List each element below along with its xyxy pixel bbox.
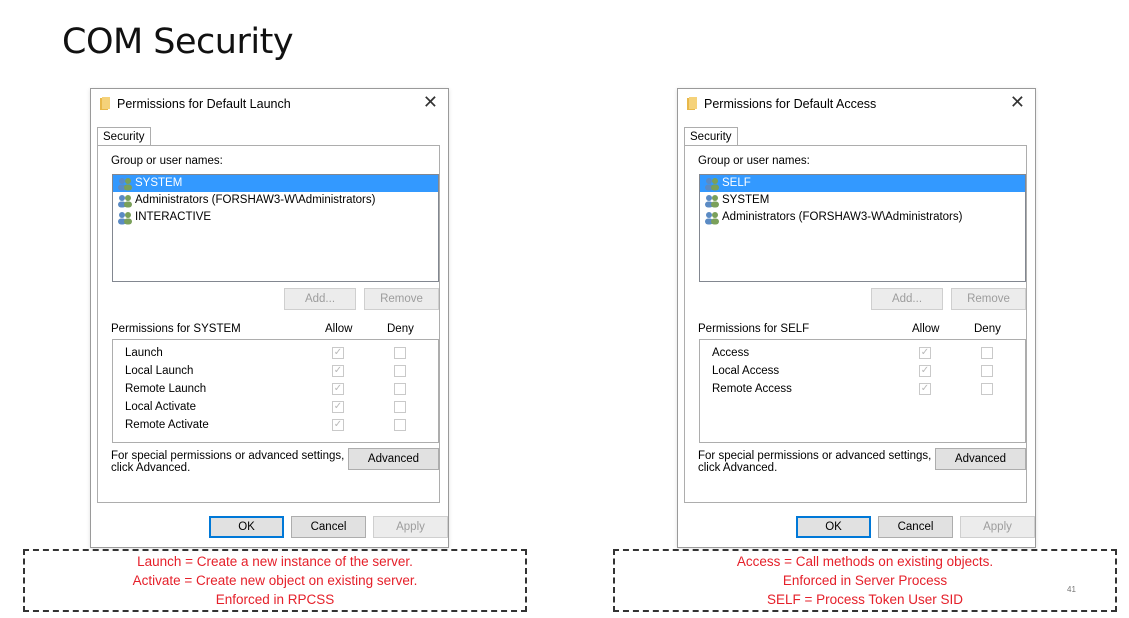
permission-name: Local Access	[712, 365, 780, 377]
list-item-user[interactable]: SYSTEM	[113, 175, 438, 192]
special-permissions-text: For special permissions or advanced sett…	[111, 450, 345, 462]
note-line: SELF = Process Token User SID	[767, 592, 963, 607]
ok-button[interactable]: OK	[209, 516, 284, 538]
slide-title: COM Security	[62, 22, 294, 62]
user-list[interactable]: SYSTEM Administrators (FORSHAW3-W\Admini…	[112, 174, 439, 282]
permissions-list: Launch ✓ Local Launch ✓ Remote Launch ✓ …	[112, 339, 439, 443]
list-item-user[interactable]: SYSTEM	[700, 192, 1025, 209]
click-advanced-text: click Advanced.	[698, 462, 778, 474]
group-or-user-names-label: Group or user names:	[111, 155, 223, 167]
permission-name: Remote Activate	[125, 419, 209, 431]
dialog-title: Permissions for Default Access	[704, 97, 877, 111]
advanced-button[interactable]: Advanced	[348, 448, 439, 470]
page-number: 41	[1067, 585, 1076, 594]
user-name: INTERACTIVE	[135, 211, 212, 223]
remove-button[interactable]: Remove	[951, 288, 1026, 310]
note-line: Launch = Create a new instance of the se…	[137, 554, 413, 569]
cancel-button[interactable]: Cancel	[878, 516, 953, 538]
group-or-user-names-label: Group or user names:	[698, 155, 810, 167]
launch-activate-note: Launch = Create a new instance of the se…	[23, 549, 527, 612]
permission-name: Launch	[125, 347, 163, 359]
allow-checkbox[interactable]: ✓	[332, 365, 344, 377]
deny-checkbox[interactable]	[981, 347, 993, 359]
user-name: SYSTEM	[722, 194, 770, 206]
note-line: Activate = Create new object on existing…	[132, 573, 418, 588]
close-button[interactable]: ✕	[1010, 92, 1025, 113]
user-name: SYSTEM	[135, 177, 183, 189]
click-advanced-text: click Advanced.	[111, 462, 191, 474]
apply-button[interactable]: Apply	[373, 516, 448, 538]
permission-name: Remote Launch	[125, 383, 207, 395]
allow-checkbox[interactable]: ✓	[919, 347, 931, 359]
users-icon	[118, 211, 132, 224]
deny-column-header: Deny	[974, 323, 1001, 335]
allow-checkbox[interactable]: ✓	[332, 419, 344, 431]
deny-checkbox[interactable]	[981, 365, 993, 377]
permissions-dialog-access: Permissions for Default Access ✕ Securit…	[677, 88, 1036, 548]
folder-icon	[100, 97, 110, 110]
permissions-for-label: Permissions for SYSTEM	[111, 323, 241, 335]
cancel-button[interactable]: Cancel	[291, 516, 366, 538]
deny-checkbox[interactable]	[394, 347, 406, 359]
deny-checkbox[interactable]	[394, 401, 406, 413]
users-icon	[705, 211, 719, 224]
permissions-for-label: Permissions for SELF	[698, 323, 810, 335]
list-item-user[interactable]: Administrators (FORSHAW3-W\Administrator…	[113, 192, 438, 209]
dialog-titlebar: Permissions for Default Access ✕	[678, 89, 1035, 119]
allow-column-header: Allow	[325, 323, 353, 335]
permission-name: Local Activate	[125, 401, 196, 413]
close-button[interactable]: ✕	[423, 92, 438, 113]
security-tab-panel: Group or user names: SYSTEM Administrato…	[97, 145, 440, 503]
users-icon	[705, 177, 719, 190]
apply-button[interactable]: Apply	[960, 516, 1035, 538]
dialog-title: Permissions for Default Launch	[117, 97, 291, 111]
ok-button[interactable]: OK	[796, 516, 871, 538]
permission-name: Remote Access	[712, 383, 792, 395]
allow-checkbox[interactable]: ✓	[919, 365, 931, 377]
folder-icon	[687, 97, 697, 110]
note-line: Enforced in RPCSS	[215, 592, 335, 607]
tab-security[interactable]: Security	[684, 127, 738, 145]
special-permissions-text: For special permissions or advanced sett…	[698, 450, 932, 462]
allow-checkbox[interactable]: ✓	[332, 383, 344, 395]
add-button[interactable]: Add...	[284, 288, 356, 310]
remove-button[interactable]: Remove	[364, 288, 439, 310]
list-item-user[interactable]: INTERACTIVE	[113, 209, 438, 226]
advanced-button[interactable]: Advanced	[935, 448, 1026, 470]
allow-checkbox[interactable]: ✓	[332, 401, 344, 413]
user-name: SELF	[722, 177, 751, 189]
deny-checkbox[interactable]	[394, 383, 406, 395]
allow-checkbox[interactable]: ✓	[919, 383, 931, 395]
deny-checkbox[interactable]	[981, 383, 993, 395]
users-icon	[705, 194, 719, 207]
user-name: Administrators (FORSHAW3-W\Administrator…	[722, 211, 963, 223]
list-item-user[interactable]: SELF	[700, 175, 1025, 192]
access-note: Access = Call methods on existing object…	[613, 549, 1117, 612]
deny-checkbox[interactable]	[394, 419, 406, 431]
deny-column-header: Deny	[387, 323, 414, 335]
dialog-titlebar: Permissions for Default Launch ✕	[91, 89, 448, 119]
add-button[interactable]: Add...	[871, 288, 943, 310]
allow-column-header: Allow	[912, 323, 940, 335]
permissions-list: Access ✓ Local Access ✓ Remote Access ✓	[699, 339, 1026, 443]
security-tab-panel: Group or user names: SELF SYSTEM Adminis…	[684, 145, 1027, 503]
user-list[interactable]: SELF SYSTEM Administrators (FORSHAW3-W\A…	[699, 174, 1026, 282]
note-line: Enforced in Server Process	[782, 573, 948, 588]
note-line: Access = Call methods on existing object…	[736, 554, 994, 569]
user-name: Administrators (FORSHAW3-W\Administrator…	[135, 194, 376, 206]
users-icon	[118, 194, 132, 207]
permission-name: Local Launch	[125, 365, 194, 377]
list-item-user[interactable]: Administrators (FORSHAW3-W\Administrator…	[700, 209, 1025, 226]
permissions-dialog-launch: Permissions for Default Launch ✕ Securit…	[90, 88, 449, 548]
allow-checkbox[interactable]: ✓	[332, 347, 344, 359]
deny-checkbox[interactable]	[394, 365, 406, 377]
users-icon	[118, 177, 132, 190]
tab-security[interactable]: Security	[97, 127, 151, 145]
permission-name: Access	[712, 347, 750, 359]
